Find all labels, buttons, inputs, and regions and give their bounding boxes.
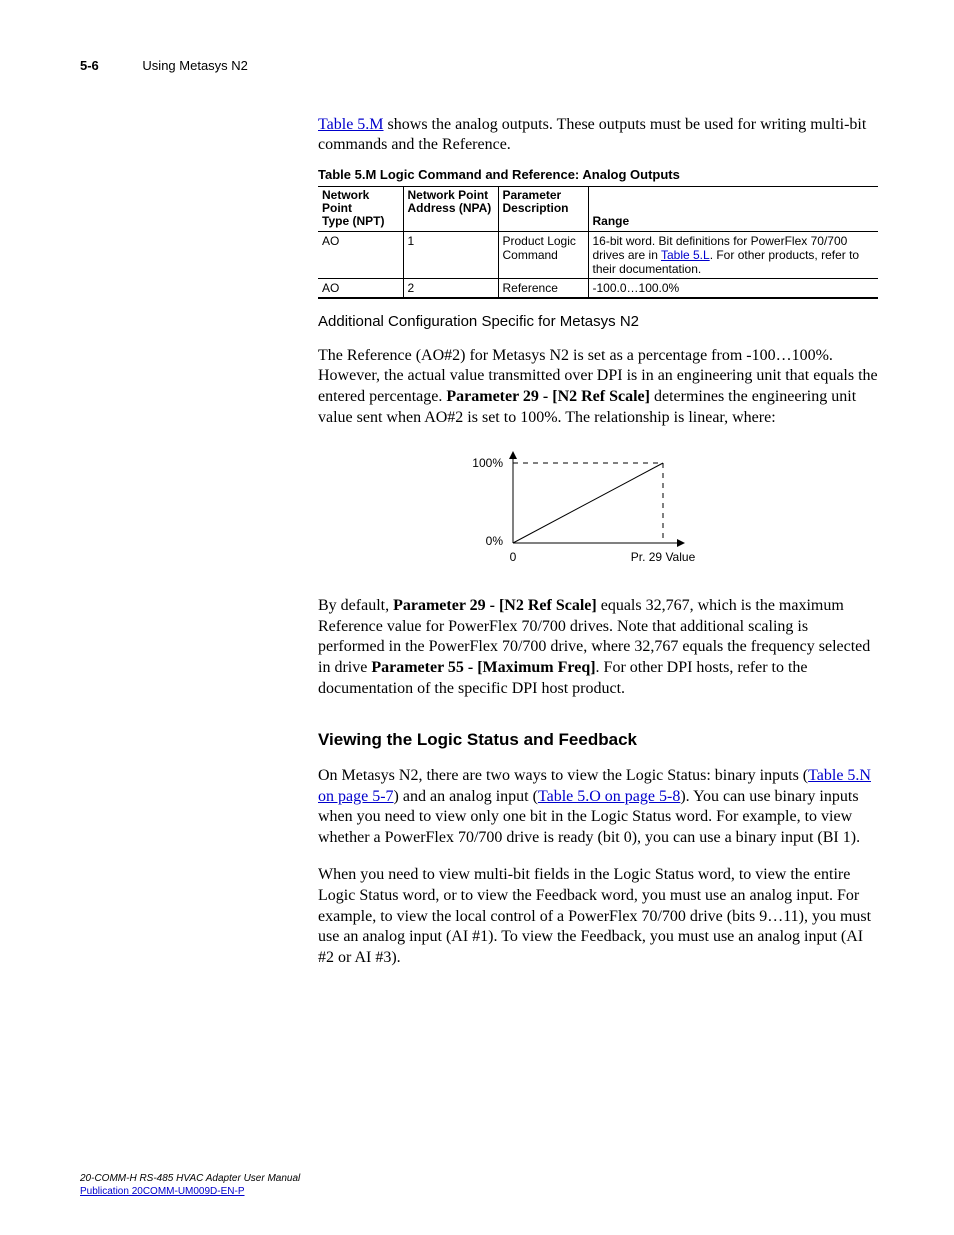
paragraph-4: When you need to view multi-bit fields i… [318, 865, 878, 969]
linear-relationship-chart: 100% 0% 0 Pr. 29 Value [443, 443, 723, 578]
table-link[interactable]: Table 5.L [661, 248, 710, 262]
cell-npa: 1 [403, 231, 498, 278]
intro-paragraph: Table 5.M shows the analog outputs. Thes… [318, 115, 878, 155]
paragraph-2: By default, Parameter 29 - [N2 Ref Scale… [318, 596, 878, 700]
cell-range: -100.0…100.0% [588, 278, 878, 298]
cell-desc: Reference [498, 278, 588, 298]
cell-desc: Product Logic Command [498, 231, 588, 278]
table-row: AO 2 Reference -100.0…100.0% [318, 278, 878, 298]
table-link[interactable]: Table 5.M [318, 116, 384, 133]
subheading: Additional Configuration Specific for Me… [318, 313, 878, 330]
paragraph-1: The Reference (AO#2) for Metasys N2 is s… [318, 346, 878, 429]
intro-text: shows the analog outputs. These outputs … [318, 116, 866, 153]
x-tick-0: 0 [510, 550, 517, 564]
y-tick-100: 100% [472, 456, 503, 470]
table-link[interactable]: Table 5.O on page 5-8 [538, 788, 680, 805]
page-header: 5-6 Using Metasys N2 [80, 58, 874, 73]
cell-npa: 2 [403, 278, 498, 298]
header-section: Using Metasys N2 [142, 58, 247, 73]
chart-container: 100% 0% 0 Pr. 29 Value [288, 443, 878, 578]
cell-npt: AO [318, 231, 403, 278]
paragraph-3: On Metasys N2, there are two ways to vie… [318, 766, 878, 849]
analog-outputs-table: Network Point Type (NPT) Network Point A… [318, 186, 878, 299]
page-number: 5-6 [80, 58, 99, 73]
footer-title: 20-COMM-H RS-485 HVAC Adapter User Manua… [80, 1173, 300, 1184]
y-tick-0: 0% [486, 534, 504, 548]
table-row: AO 1 Product Logic Command 16-bit word. … [318, 231, 878, 278]
cell-range: 16-bit word. Bit definitions for PowerFl… [588, 231, 878, 278]
page-footer: 20-COMM-H RS-485 HVAC Adapter User Manua… [80, 1173, 300, 1197]
x-tick-pr29: Pr. 29 Value [631, 550, 696, 564]
cell-npt: AO [318, 278, 403, 298]
col-header-range: Range [588, 187, 878, 232]
col-header-npa: Network Point Address (NPA) [403, 187, 498, 232]
table-caption: Table 5.M Logic Command and Reference: A… [318, 167, 878, 182]
footer-publication-link[interactable]: Publication 20COMM-UM009D-EN-P [80, 1186, 300, 1197]
col-header-npt: Network Point Type (NPT) [318, 187, 403, 232]
section-heading: Viewing the Logic Status and Feedback [318, 730, 878, 750]
col-header-desc: Parameter Description [498, 187, 588, 232]
